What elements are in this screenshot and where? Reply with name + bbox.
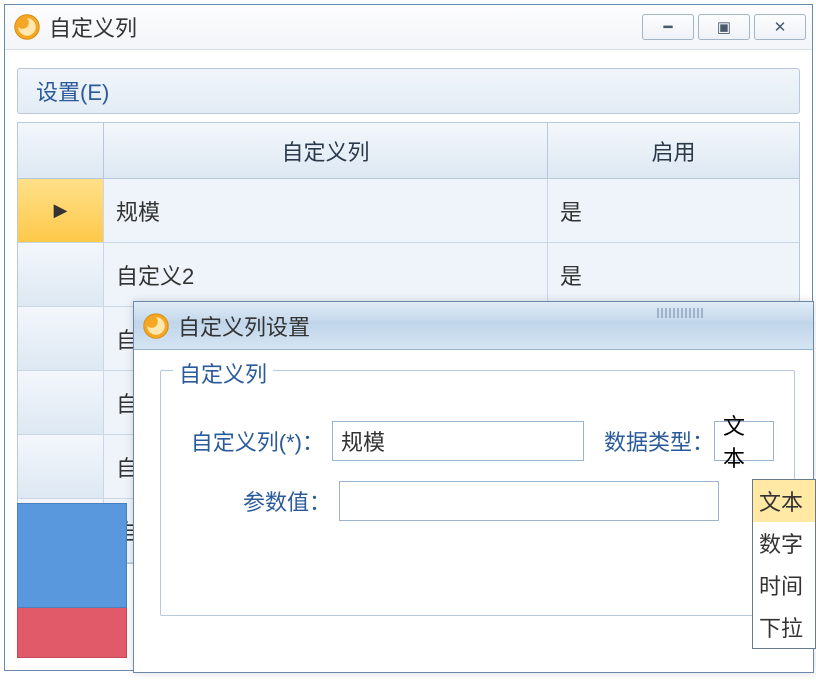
minimize-button[interactable]: ━ — [642, 14, 694, 40]
field-row-name: 自定义列(*)： 数据类型： 文本 — [181, 421, 774, 461]
header-selector[interactable] — [18, 123, 104, 178]
row-selector[interactable] — [18, 435, 104, 498]
cell-enabled[interactable]: 是 — [548, 179, 799, 242]
window-controls: ━ ▣ ✕ — [638, 5, 812, 49]
header-col-enabled[interactable]: 启用 — [548, 123, 799, 178]
window-title: 自定义列 — [49, 11, 137, 43]
menu-settings[interactable]: 设置(E) — [36, 75, 109, 107]
row-selector[interactable] — [18, 307, 104, 370]
combo-datatype[interactable]: 文本 — [714, 421, 774, 461]
grip-icon — [657, 308, 703, 318]
settings-dialog: 自定义列设置 自定义列 自定义列(*)： 数据类型： 文本 参数值： — [133, 301, 814, 673]
status-strip — [17, 503, 127, 658]
menubar: 设置(E) — [17, 68, 800, 114]
cell-enabled[interactable]: 是 — [548, 243, 799, 306]
fieldset-custom-column: 自定义列 自定义列(*)： 数据类型： 文本 参数值： — [160, 370, 795, 616]
table-row[interactable]: 自定义2 是 — [18, 243, 799, 307]
table-row[interactable]: ▶ 规模 是 — [18, 179, 799, 243]
maximize-button[interactable]: ▣ — [698, 14, 750, 40]
dropdown-option[interactable]: 下拉 — [753, 606, 815, 648]
grid-header: 自定义列 启用 — [18, 123, 799, 179]
datatype-dropdown[interactable]: 文本 数字 时间 下拉 — [752, 479, 816, 649]
combo-datatype-value: 文本 — [723, 409, 765, 473]
label-param: 参数值： — [181, 485, 331, 517]
row-selector[interactable] — [18, 243, 104, 306]
input-name[interactable] — [332, 421, 584, 461]
maximize-icon: ▣ — [717, 20, 731, 35]
app-icon — [13, 13, 41, 41]
dropdown-option[interactable]: 数字 — [753, 522, 815, 564]
dropdown-option[interactable]: 文本 — [753, 480, 815, 522]
label-datatype: 数据类型： — [604, 425, 714, 457]
input-param[interactable] — [339, 481, 719, 521]
titlebar: 自定义列 ━ ▣ ✕ — [5, 5, 812, 50]
header-col-name[interactable]: 自定义列 — [104, 123, 548, 178]
minimize-icon: ━ — [663, 20, 672, 35]
dialog-body: 自定义列 自定义列(*)： 数据类型： 文本 参数值： — [134, 350, 813, 616]
dialog-title: 自定义列设置 — [178, 310, 310, 342]
strip-red — [17, 608, 127, 658]
label-name: 自定义列(*)： — [181, 425, 324, 457]
close-button[interactable]: ✕ — [754, 14, 806, 40]
field-row-param: 参数值： — [181, 481, 774, 521]
close-icon: ✕ — [774, 20, 787, 35]
fieldset-legend: 自定义列 — [173, 357, 273, 389]
row-pointer-icon: ▶ — [54, 200, 68, 221]
dialog-titlebar: 自定义列设置 — [134, 302, 813, 350]
row-selector[interactable]: ▶ — [18, 179, 104, 242]
dropdown-option[interactable]: 时间 — [753, 564, 815, 606]
row-selector[interactable] — [18, 371, 104, 434]
cell-name[interactable]: 自定义2 — [104, 243, 548, 306]
cell-name[interactable]: 规模 — [104, 179, 548, 242]
app-icon — [142, 312, 170, 340]
strip-blue — [17, 503, 127, 608]
